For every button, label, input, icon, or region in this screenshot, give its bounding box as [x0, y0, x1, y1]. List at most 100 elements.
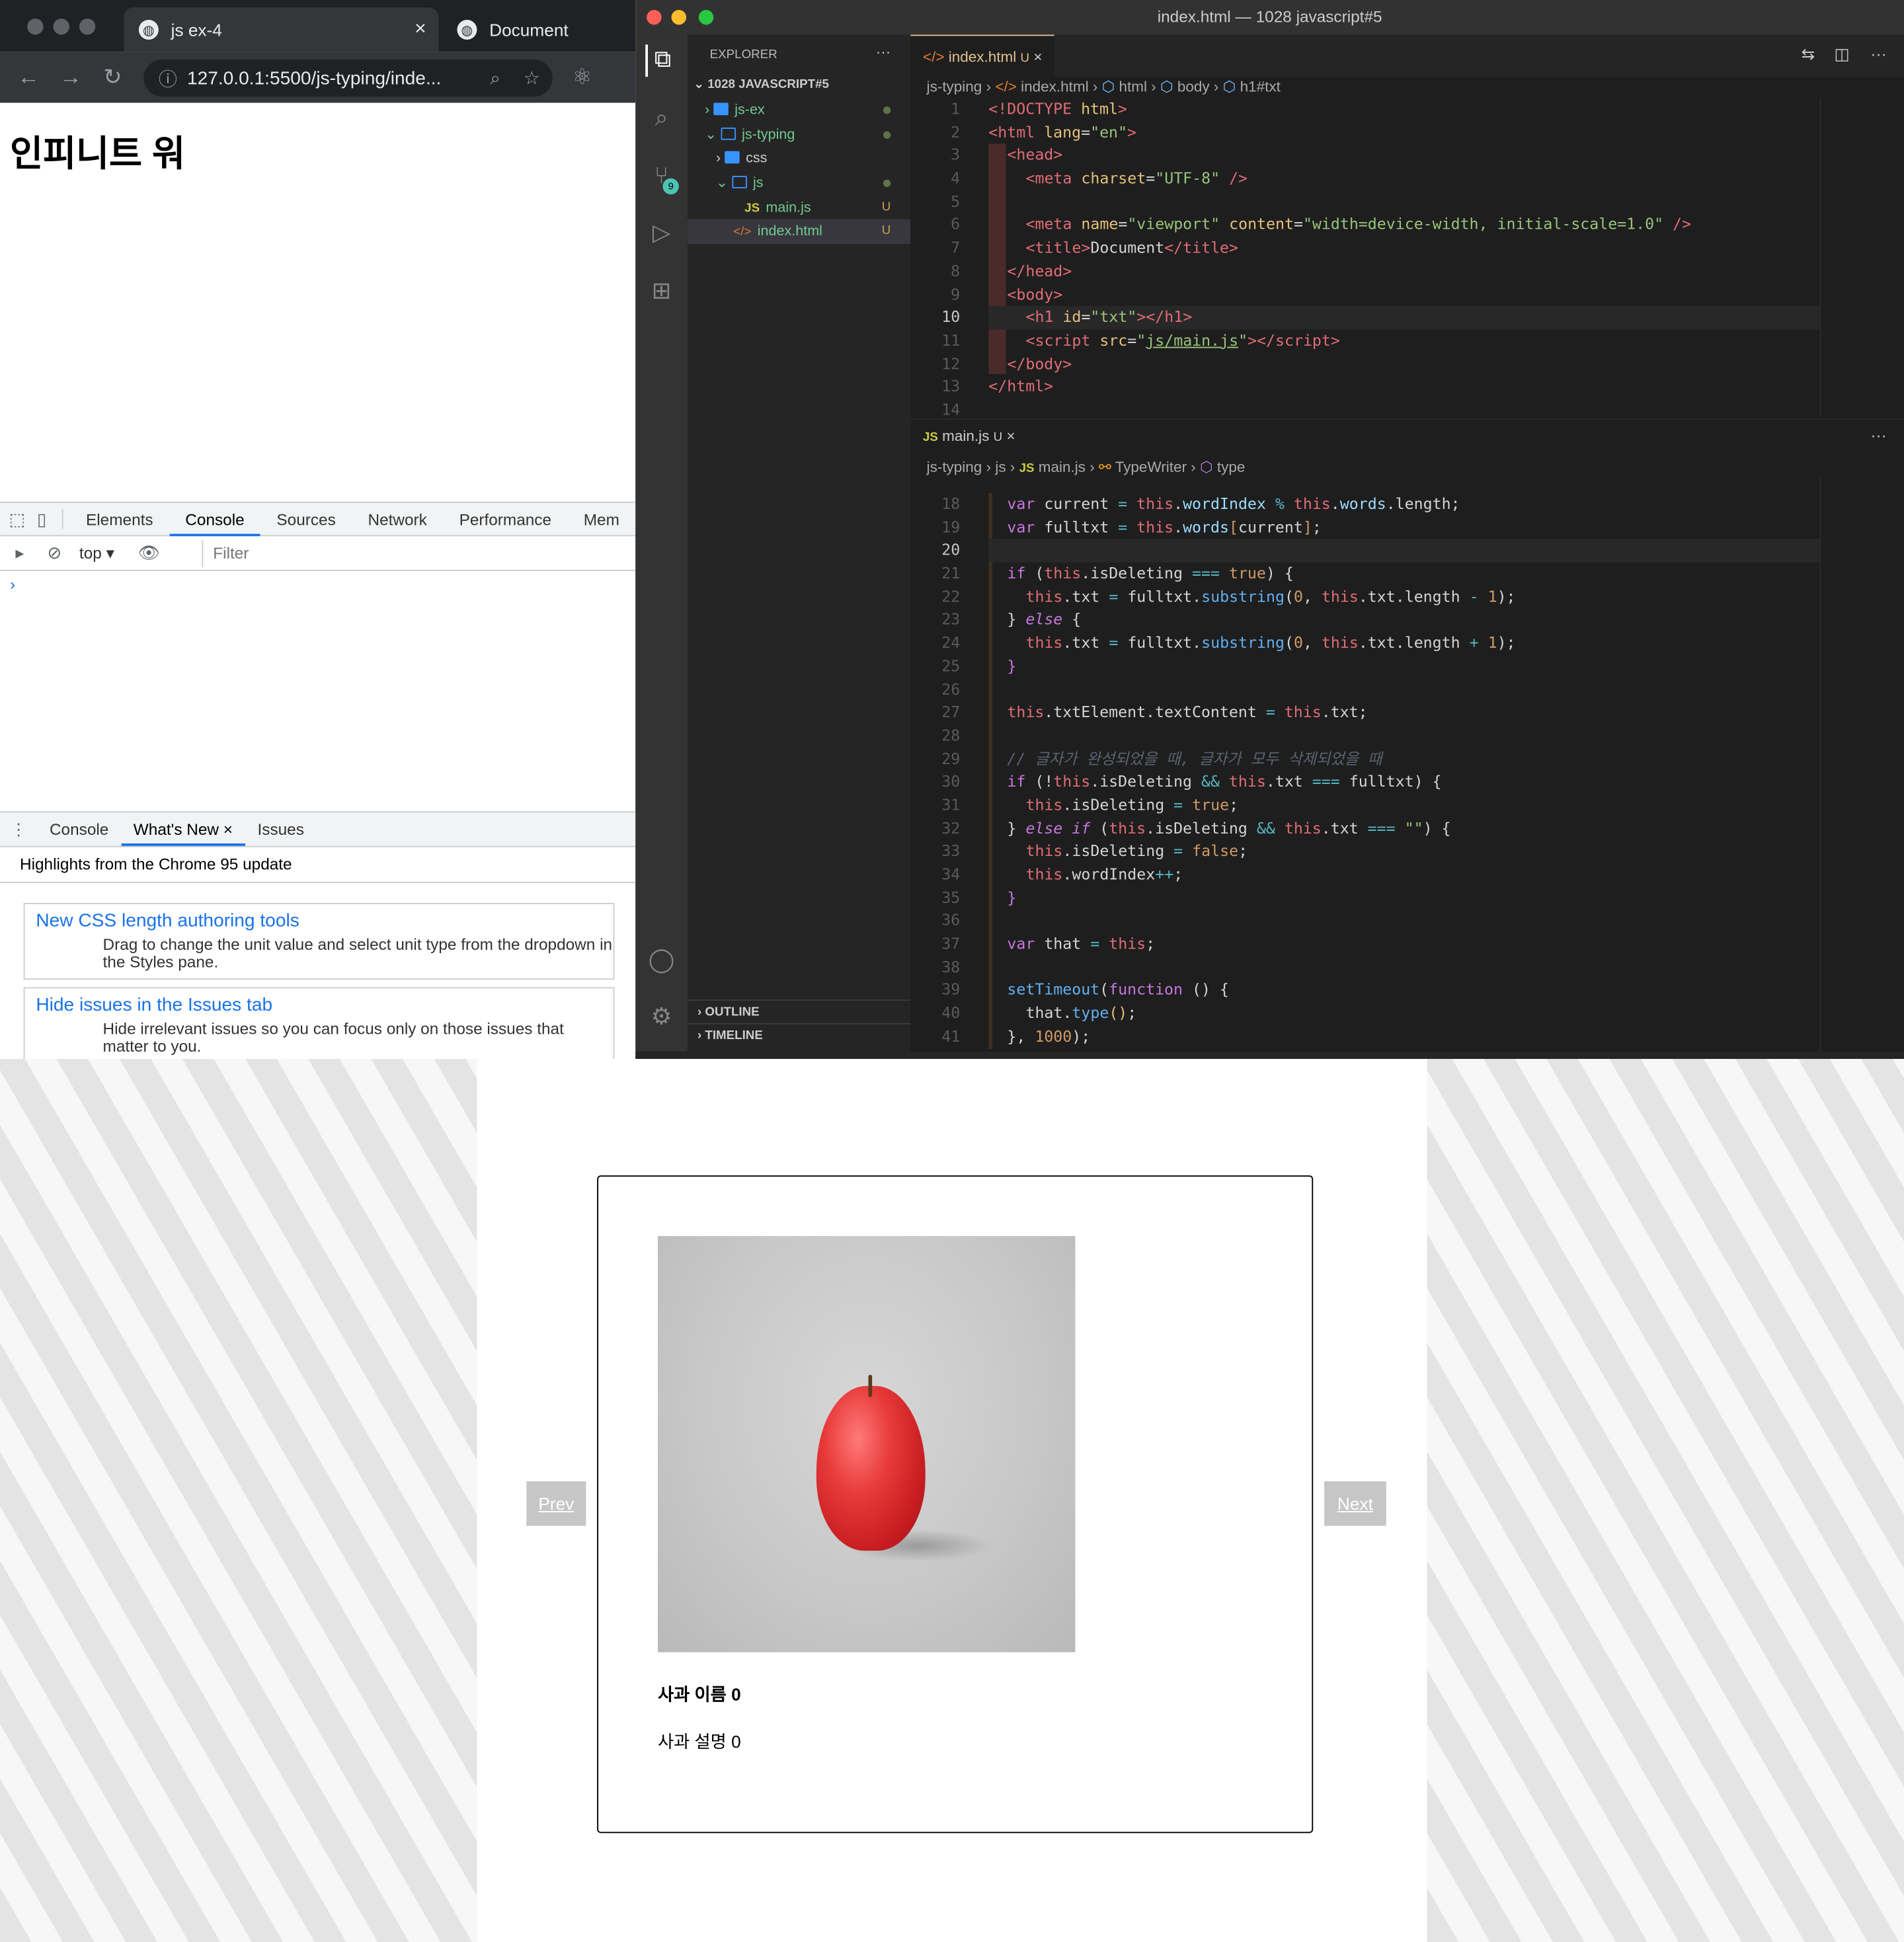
tree-item-label: main.js — [766, 200, 811, 216]
tree-item-label: index.html — [757, 224, 822, 239]
browser-tab-js-ex-4[interactable]: ◍ js ex-4 × — [124, 7, 439, 52]
breadcrumb-item[interactable]: TypeWriter — [1115, 458, 1187, 475]
devtools-tab-sources[interactable]: Sources — [260, 502, 352, 536]
scm-count-badge: 9 — [662, 178, 679, 195]
code-editor-html[interactable]: 1 <!DOCTYPE html> 2 <html lang="en"> 3 <hea… — [910, 98, 1904, 422]
drawer-tab-whats-new[interactable]: What's New × — [121, 812, 245, 846]
folder-icon — [713, 102, 729, 116]
more-actions-icon[interactable]: ··· — [1870, 426, 1886, 445]
breadcrumb-item[interactable]: index.html — [1021, 78, 1089, 95]
zoom-icon[interactable]: ⌕ — [490, 67, 500, 89]
javascript-file-icon: JS — [744, 202, 760, 216]
browser-tab-document[interactable]: ◍ Document — [440, 7, 635, 52]
extensions-icon[interactable]: ⊞ — [645, 276, 678, 309]
eye-icon[interactable]: 👁 — [132, 543, 166, 564]
breadcrumb-item[interactable]: type — [1217, 458, 1246, 475]
breadcrumb-item[interactable]: js — [995, 458, 1006, 475]
close-window-dot[interactable] — [27, 19, 44, 35]
card-title-link[interactable]: Hide issues in the Issues tab — [36, 995, 602, 1016]
tree-item-js[interactable]: ⌄ js — [688, 171, 910, 196]
tab-index-html[interactable]: </> index.html U × — [910, 34, 1055, 77]
forward-icon[interactable]: → — [50, 64, 92, 90]
split-editor-icon[interactable]: ◫ — [1835, 44, 1850, 64]
console-prompt[interactable]: › — [10, 574, 15, 593]
code-editor-js[interactable]: 18 var current = this.wordIndex % this.wo… — [910, 492, 1904, 1052]
workspace-folder[interactable]: ⌄ 1028 JAVASCRIPT#5 — [688, 73, 910, 98]
section-label: OUTLINE — [705, 1005, 760, 1020]
devtools-tab-memory[interactable]: Mem — [567, 502, 635, 536]
tree-item-js-typing[interactable]: ⌄ js-typing — [688, 123, 910, 147]
console-toolbar: ▸ ⊘ top ▾ 👁 Filter — [0, 536, 636, 571]
whats-new-card[interactable]: New CSS length authoring tools Drag to c… — [23, 902, 615, 980]
react-extension-icon[interactable]: ⚛ — [573, 64, 592, 90]
drawer-tab-bar: ⋮ Console What's New × Issues — [0, 811, 636, 847]
info-icon[interactable]: ⓘ — [159, 65, 177, 91]
bookmark-star-icon[interactable]: ☆ — [524, 67, 540, 89]
globe-icon: ◍ — [138, 19, 159, 40]
tree-item-index-html[interactable]: </> index.html U — [687, 219, 911, 245]
tab-main-js[interactable]: JS main.js U × — [923, 420, 1015, 454]
breadcrumb-item[interactable]: main.js — [1039, 458, 1086, 475]
context-select[interactable]: top ▾ — [79, 543, 114, 563]
console-filter-input[interactable]: Filter — [202, 539, 635, 568]
slider-page: Prev Next 사과 이름 0 사과 설명 0 — [0, 1059, 1904, 1942]
drawer-menu-icon[interactable]: ⋮ — [0, 820, 37, 839]
breadcrumb-item[interactable]: body — [1177, 78, 1210, 95]
minimize-window-dot[interactable] — [53, 19, 69, 35]
close-tab-icon[interactable]: × — [1033, 48, 1042, 65]
minimize-window-dot[interactable] — [671, 9, 687, 25]
folder-open-icon — [732, 176, 747, 188]
back-icon[interactable]: ← — [7, 64, 50, 90]
timeline-section[interactable]: › TIMELINE — [687, 1023, 911, 1047]
close-tab-icon[interactable]: × — [415, 19, 426, 41]
settings-gear-icon[interactable]: ⚙ — [645, 1002, 678, 1034]
more-actions-icon[interactable]: ··· — [1870, 44, 1886, 63]
editor-tabs: JS main.js U × ··· — [910, 418, 1904, 459]
html-file-icon: </> — [733, 225, 752, 239]
reload-icon[interactable]: ↻ — [92, 64, 134, 90]
compare-changes-icon[interactable]: ⇆ — [1802, 44, 1815, 64]
zoom-window-dot[interactable] — [79, 19, 96, 35]
sidebar-toggle-icon[interactable]: ▸ — [3, 543, 37, 564]
tree-item-js-ex[interactable]: › js-ex — [688, 98, 910, 122]
account-icon[interactable]: ◯ — [645, 945, 678, 978]
devtools-tab-console[interactable]: Console — [169, 502, 261, 536]
outline-section[interactable]: › OUTLINE — [687, 999, 911, 1023]
minimap[interactable] — [1819, 98, 1904, 418]
devtools-tab-performance[interactable]: Performance — [443, 502, 567, 536]
device-toolbar-icon[interactable]: ▯ — [30, 508, 54, 529]
tab-title: Document — [489, 19, 569, 40]
devtools-tab-elements[interactable]: Elements — [70, 502, 169, 536]
page-viewport: 인피니트 워 — [0, 102, 636, 502]
drawer-tab-console[interactable]: Console — [37, 812, 121, 846]
whats-new-card[interactable]: Hide issues in the Issues tab Hide irrel… — [23, 987, 615, 1060]
explorer-icon[interactable]: ⧉ — [645, 44, 678, 77]
breadcrumb-item[interactable]: js-typing — [927, 458, 982, 475]
tree-item-css[interactable]: › css — [688, 146, 910, 171]
zoom-window-dot[interactable] — [698, 9, 714, 25]
close-window-dot[interactable] — [647, 9, 662, 25]
more-actions-icon[interactable]: ··· — [876, 44, 891, 61]
address-bar[interactable]: ⓘ 127.0.0.1:5500/js-typing/inde... ⌕ ☆ — [143, 59, 553, 97]
status-bar — [635, 1051, 1904, 1060]
prev-button[interactable]: Prev — [526, 1481, 586, 1526]
run-debug-icon[interactable]: ▷ — [645, 218, 678, 251]
next-button[interactable]: Next — [1324, 1481, 1386, 1526]
breadcrumb: js-typing › </> index.html › ⬡ html › ⬡ … — [926, 78, 1281, 96]
inspect-element-icon[interactable]: ⬚ — [5, 508, 29, 529]
close-icon[interactable]: × — [223, 820, 233, 838]
card-title-link[interactable]: New CSS length authoring tools — [36, 910, 602, 931]
drawer-tab-issues[interactable]: Issues — [245, 812, 317, 846]
breadcrumb-item[interactable]: html — [1119, 78, 1147, 95]
devtools-tab-network[interactable]: Network — [352, 502, 443, 536]
close-tab-icon[interactable]: × — [1006, 427, 1015, 444]
breadcrumb-item[interactable]: h1#txt — [1240, 78, 1281, 95]
clear-console-icon[interactable]: ⊘ — [37, 543, 71, 564]
window-title: index.html — 1028 javascript#5 — [635, 0, 1904, 35]
tree-item-main-js[interactable]: JS main.js U — [688, 196, 910, 220]
slide-card: 사과 이름 0 사과 설명 0 — [597, 1175, 1314, 1834]
search-icon[interactable]: ⌕ — [645, 103, 678, 136]
tab-state: U — [1020, 52, 1030, 66]
minimap[interactable] — [1819, 478, 1904, 1052]
breadcrumb-item[interactable]: js-typing — [927, 78, 982, 95]
